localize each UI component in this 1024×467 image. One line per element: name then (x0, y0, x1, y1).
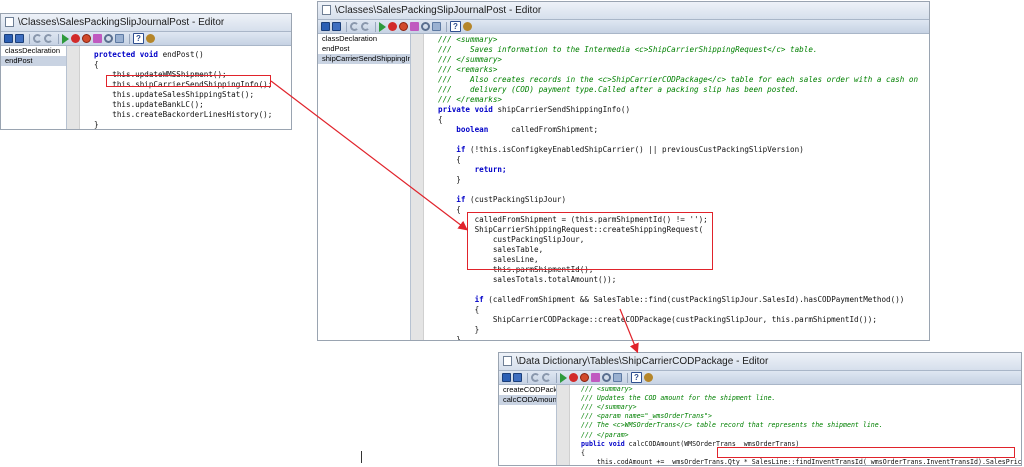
text-cursor (361, 451, 362, 463)
connector-arrows (270, 80, 639, 354)
arrow-to-cod-package (619, 308, 639, 354)
arrow-to-shipping-request (270, 80, 468, 231)
